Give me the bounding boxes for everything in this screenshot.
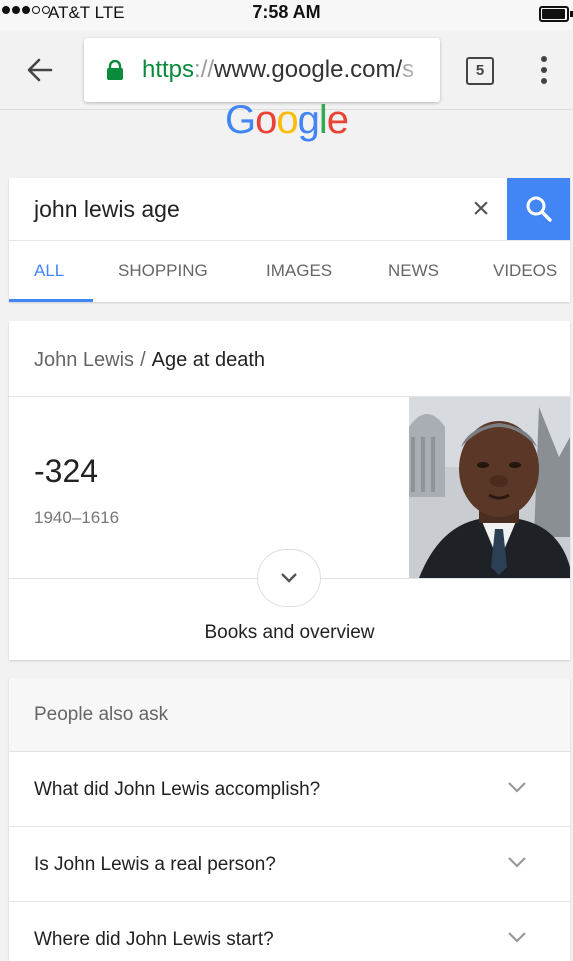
tab-images[interactable]: IMAGES <box>266 261 332 281</box>
overflow-menu-icon[interactable] <box>534 52 554 88</box>
clear-icon[interactable]: × <box>466 194 496 224</box>
search-input[interactable]: john lewis age <box>34 196 180 223</box>
logo-letter: o <box>276 98 298 142</box>
status-time: 7:58 AM <box>252 2 321 22</box>
logo-letter: l <box>318 98 328 142</box>
expand-button[interactable] <box>257 549 321 607</box>
search-tabs: ALL SHOPPING IMAGES NEWS VIDEOS <box>9 240 570 302</box>
tab-shopping[interactable]: SHOPPING <box>118 261 208 281</box>
question-item[interactable]: Is John Lewis a real person? <box>9 827 570 902</box>
active-tab-indicator <box>9 299 93 302</box>
books-and-overview-link[interactable]: Books and overview <box>9 622 570 644</box>
question-text: Where did John Lewis start? <box>34 929 274 950</box>
lock-icon <box>107 60 123 80</box>
tab-all[interactable]: ALL <box>34 261 64 281</box>
portrait-image[interactable] <box>409 397 570 578</box>
people-also-ask: People also ask What did John Lewis acco… <box>9 678 570 961</box>
back-button[interactable] <box>20 50 60 90</box>
chevron-down-icon <box>281 573 297 583</box>
entity-link[interactable]: John Lewis <box>34 349 134 371</box>
url-text: https://www.google.com/s <box>142 56 414 83</box>
knowledge-card: John Lewis/Age at death -324 1940–1616 <box>9 321 570 660</box>
tab-news[interactable]: NEWS <box>388 261 439 281</box>
battery-icon <box>539 6 569 22</box>
question-item[interactable]: Where did John Lewis start? <box>9 902 570 961</box>
answer-years: 1940–1616 <box>34 508 120 527</box>
chevron-down-icon <box>508 782 526 793</box>
back-arrow-icon <box>27 58 53 82</box>
logo-letter: g <box>297 98 320 142</box>
search-button[interactable] <box>507 178 570 240</box>
chevron-down-icon <box>508 857 526 868</box>
logo-letter: e <box>326 98 349 142</box>
address-bar[interactable]: https://www.google.com/s <box>84 38 440 102</box>
attribute-label: Age at death <box>151 349 266 371</box>
breadcrumb: John Lewis / Age at death <box>34 349 266 371</box>
search-icon <box>526 196 552 222</box>
tab-videos[interactable]: VIDEOS <box>493 261 557 281</box>
answer-value: -324 <box>34 453 99 489</box>
question-text: What did John Lewis accomplish? <box>34 779 321 800</box>
chevron-down-icon <box>508 932 526 943</box>
status-bar: AT&T LTE 7:58 AM <box>0 0 573 30</box>
logo-letter: G <box>224 98 256 142</box>
search-box: john lewis age × ALL SHOPPING IMAGES NEW… <box>9 178 570 302</box>
tab-switcher-button[interactable]: 5 <box>466 57 494 85</box>
question-item[interactable]: What did John Lewis accomplish? <box>9 752 570 827</box>
question-text: Is John Lewis a real person? <box>34 854 276 875</box>
google-logo[interactable]: Google <box>0 96 573 146</box>
people-also-ask-title: People also ask <box>34 704 169 725</box>
logo-letter: o <box>255 98 277 142</box>
